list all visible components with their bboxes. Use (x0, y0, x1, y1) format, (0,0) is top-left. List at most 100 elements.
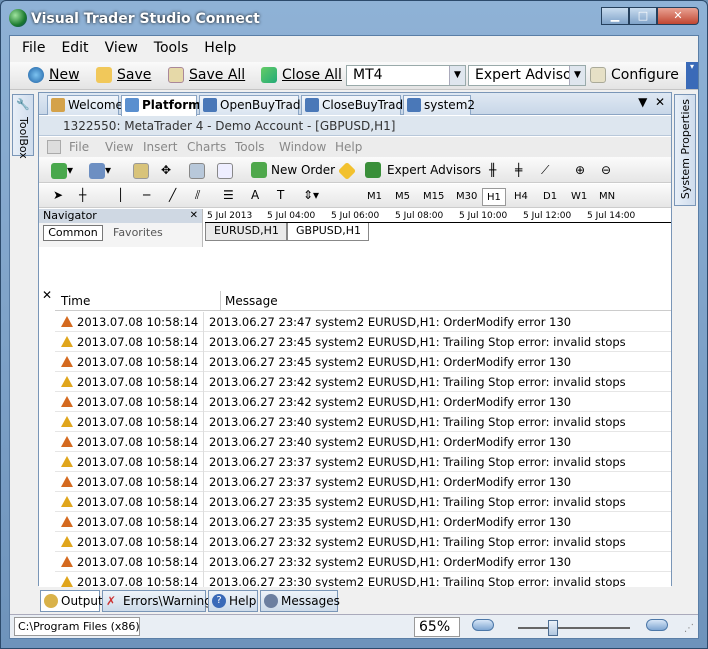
chart-tab-eurusd[interactable]: EURUSD,H1 (205, 223, 287, 241)
configure-button[interactable]: Configure (590, 67, 679, 83)
timeframe-mn[interactable]: MN (595, 188, 619, 206)
log-row[interactable]: 2013.07.08 10:58:14 2013.06.27 23:32 syst… (55, 532, 671, 552)
timeframe-m30[interactable]: M30 (452, 188, 481, 206)
chevron-down-icon[interactable]: ▼ (569, 66, 585, 85)
zoom-slider-track[interactable] (518, 627, 630, 629)
minimize-button[interactable]: ▁ (601, 7, 629, 25)
menu-help[interactable]: Help (204, 40, 236, 56)
timeframe-m5[interactable]: M5 (391, 188, 414, 206)
timeframe-m15[interactable]: M15 (419, 188, 448, 206)
navigator-icon[interactable] (189, 160, 205, 180)
mt4-menu-insert[interactable]: Insert (143, 137, 177, 157)
terminal-icon[interactable] (217, 160, 233, 180)
log-row[interactable]: 2013.07.08 10:58:14 2013.06.27 23:45 syst… (55, 352, 671, 372)
tab-errors-warnings[interactable]: ✗ Errors\Warnings (102, 590, 218, 612)
menu-view[interactable]: View (105, 40, 138, 56)
log-close-icon[interactable]: ✕ (42, 288, 52, 302)
candlestick-icon[interactable]: ╪ (515, 160, 522, 180)
new-chart-icon[interactable]: ▾ (51, 160, 81, 180)
tab-list-icon[interactable]: ▼ (638, 95, 647, 109)
log-row[interactable]: 2013.07.08 10:58:14 2013.06.27 23:40 syst… (55, 412, 671, 432)
line-chart-icon[interactable]: ⟋ (541, 160, 549, 180)
timeframe-m1[interactable]: M1 (363, 188, 386, 206)
market-watch-icon[interactable] (133, 160, 149, 180)
column-message[interactable]: Message (225, 291, 278, 311)
menu-file[interactable]: File (22, 40, 45, 56)
log-row[interactable]: 2013.07.08 10:58:14 2013.06.27 23:35 syst… (55, 492, 671, 512)
title-bar[interactable]: Visual Trader Studio Connect ▁ □ ✕ (1, 1, 707, 35)
mt4-menu-window[interactable]: Window (279, 137, 326, 157)
toolbox-strip[interactable]: 🔧 ToolBox (12, 94, 34, 159)
shapes-icon[interactable]: ⇕▾ (303, 185, 319, 205)
warning-icon[interactable] (337, 160, 357, 180)
new-order-button[interactable]: New Order (251, 160, 335, 180)
vertical-line-icon[interactable]: │ (117, 185, 124, 205)
type-select[interactable]: Expert Advisor ▼ (468, 65, 586, 86)
expert-advisors-button[interactable]: Expert Advisors (365, 160, 481, 180)
mt4-menu-view[interactable]: View (105, 137, 133, 157)
close-all-button[interactable]: Close All (261, 67, 342, 83)
channel-icon[interactable]: ⫽ (195, 185, 200, 205)
log-row[interactable]: 2013.07.08 10:58:14 2013.06.27 23:40 syst… (55, 432, 671, 452)
menu-tools[interactable]: Tools (154, 40, 189, 56)
platform-select[interactable]: MT4 ▼ (346, 65, 466, 86)
resize-grip-icon[interactable]: ⋰ (684, 623, 694, 634)
text-icon[interactable]: A (251, 185, 259, 205)
zoom-in-button[interactable] (646, 619, 668, 631)
tab-messages[interactable]: Messages (260, 590, 340, 612)
chevron-down-icon[interactable]: ▼ (449, 66, 465, 85)
log-row[interactable]: 2013.07.08 10:58:14 2013.06.27 23:42 syst… (55, 392, 671, 412)
profiles-icon[interactable]: ▾ (89, 160, 119, 180)
crosshair-icon[interactable]: ✥ (161, 160, 171, 180)
close-tab-icon[interactable]: ✕ (655, 95, 665, 109)
trendline-icon[interactable]: ╱ (169, 185, 176, 205)
timeframe-d1[interactable]: D1 (539, 188, 561, 206)
mt4-menu-file[interactable]: File (69, 137, 89, 157)
column-time[interactable]: Time (61, 291, 90, 311)
fibonacci-icon[interactable]: ☰ (223, 185, 234, 205)
save-button[interactable]: Save (96, 67, 151, 83)
log-row[interactable]: 2013.07.08 10:58:14 2013.06.27 23:37 syst… (55, 452, 671, 472)
zoom-in-icon[interactable]: ⊕ (575, 160, 585, 180)
log-row[interactable]: 2013.07.08 10:58:14 2013.06.27 23:42 syst… (55, 372, 671, 392)
chart-area[interactable]: 5 Jul 2013 5 Jul 04:00 5 Jul 06:00 5 Jul… (205, 209, 671, 249)
close-button[interactable]: ✕ (657, 7, 699, 25)
tab-closebuytrade[interactable]: CloseBuyTrade (301, 95, 410, 115)
navigator-tab-common[interactable]: Common (43, 225, 103, 241)
tab-help[interactable]: ? Help (208, 590, 258, 612)
log-row[interactable]: 2013.07.08 10:58:14 2013.06.27 23:30 syst… (55, 572, 671, 587)
zoom-slider-thumb[interactable] (548, 620, 558, 636)
bar-chart-icon[interactable]: ╫ (489, 160, 496, 180)
tab-welcome[interactable]: Welcome (47, 95, 123, 115)
log-row[interactable]: 2013.07.08 10:58:14 2013.06.27 23:35 syst… (55, 512, 671, 532)
maximize-button[interactable]: □ (629, 7, 657, 25)
horizontal-line-icon[interactable]: ─ (143, 185, 150, 205)
mt4-menu-help[interactable]: Help (335, 137, 362, 157)
log-row[interactable]: 2013.07.08 10:58:14 2013.06.27 23:32 syst… (55, 552, 671, 572)
crosshair-tool-icon[interactable]: ┼ (79, 185, 86, 205)
tab-system2[interactable]: system2 (403, 95, 475, 115)
tab-platform[interactable]: Platform (121, 95, 201, 116)
toolbar-overflow-button[interactable]: ▾ (686, 62, 698, 89)
timeframe-h1[interactable]: H1 (482, 188, 506, 206)
system-properties-strip[interactable]: System Properties (674, 94, 696, 206)
timeframe-h4[interactable]: H4 (510, 188, 532, 206)
tab-openbuytrade[interactable]: OpenBuyTrade (199, 95, 308, 115)
tab-output[interactable]: Output (40, 590, 103, 612)
new-button[interactable]: New (28, 67, 80, 83)
chart-tab-gbpusd[interactable]: GBPUSD,H1 (287, 223, 369, 241)
navigator-tab-favorites[interactable]: Favorites (113, 226, 163, 239)
log-row[interactable]: 2013.07.08 10:58:14 2013.06.27 23:47 syst… (55, 312, 671, 332)
cursor-icon[interactable]: ➤ (53, 185, 63, 205)
log-row[interactable]: 2013.07.08 10:58:14 2013.06.27 23:45 syst… (55, 332, 671, 352)
menu-edit[interactable]: Edit (61, 40, 88, 56)
text-label-icon[interactable]: T (277, 185, 284, 205)
zoom-out-button[interactable] (472, 619, 494, 631)
navigator-close-icon[interactable]: ✕ (190, 209, 198, 223)
save-all-button[interactable]: Save All (168, 67, 245, 83)
log-row[interactable]: 2013.07.08 10:58:14 2013.06.27 23:37 syst… (55, 472, 671, 492)
timeframe-w1[interactable]: W1 (567, 188, 591, 206)
zoom-out-icon[interactable]: ⊖ (601, 160, 611, 180)
mt4-menu-charts[interactable]: Charts (187, 137, 226, 157)
mt4-menu-tools[interactable]: Tools (235, 137, 265, 157)
